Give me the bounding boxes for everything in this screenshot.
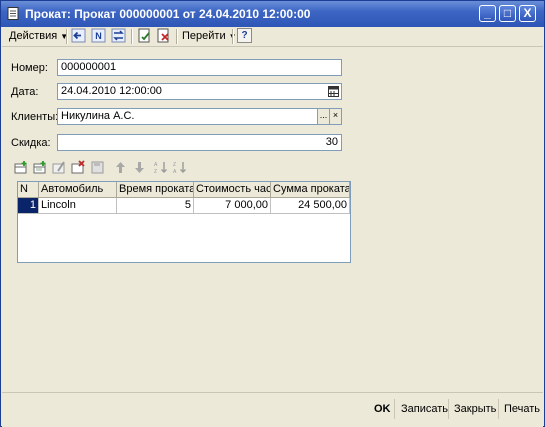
cell-sum[interactable]: 24 500,00	[271, 198, 350, 214]
number-label: Номер:	[11, 62, 48, 74]
actions-menu-label: Действия	[9, 30, 58, 42]
goto-menu-label: Перейти	[182, 30, 226, 42]
copy-row-icon[interactable]	[33, 160, 48, 175]
end-edit-icon[interactable]	[90, 160, 105, 175]
window-title: Прокат: Прокат 000000001 от 24.04.2010 1…	[25, 7, 311, 21]
sort-desc-icon[interactable]: Z A	[172, 160, 187, 175]
button-bar: OK Записать Закрыть Печать	[2, 392, 543, 427]
close-button[interactable]: X	[519, 5, 536, 22]
toolbar-separator	[176, 29, 178, 44]
calendar-icon[interactable]	[328, 86, 339, 97]
print-button[interactable]: Печать	[504, 400, 540, 418]
cell-n[interactable]: 1	[18, 198, 39, 214]
document-icon	[7, 7, 19, 20]
sort-asc-icon[interactable]: A Z	[153, 160, 168, 175]
svg-text:N: N	[95, 31, 102, 41]
unpost-document-icon[interactable]	[156, 28, 171, 43]
rentals-table[interactable]: N Автомобиль Время проката Стоимость час…	[17, 181, 351, 263]
column-header-car[interactable]: Автомобиль	[39, 182, 117, 198]
button-separator	[448, 399, 449, 419]
goto-menu[interactable]: Перейти ▼	[182, 30, 237, 42]
toolbar-separator	[66, 29, 68, 44]
select-button[interactable]: ...	[317, 109, 329, 124]
save-button[interactable]: Записать	[401, 400, 448, 418]
date-value: 24.04.2010 12:00:00	[61, 85, 162, 97]
toolbar: Действия ▼ N Перейти ▼	[2, 27, 543, 47]
date-label: Дата:	[11, 86, 39, 98]
delete-row-icon[interactable]	[71, 160, 86, 175]
discount-field[interactable]: 30	[57, 134, 342, 151]
swap-icon[interactable]	[111, 28, 126, 43]
close-form-button[interactable]: Закрыть	[454, 400, 496, 418]
maximize-button[interactable]: □	[499, 5, 516, 22]
svg-text:A: A	[154, 162, 158, 168]
svg-text:A: A	[173, 169, 177, 175]
cell-car[interactable]: Lincoln	[39, 198, 117, 214]
title-bar[interactable]: Прокат: Прокат 000000001 от 24.04.2010 1…	[1, 1, 544, 27]
ok-button[interactable]: OK	[374, 400, 391, 418]
structure-icon[interactable]: N	[91, 28, 106, 43]
document-window: Прокат: Прокат 000000001 от 24.04.2010 1…	[0, 0, 545, 427]
table-toolbar: A Z Z A	[14, 160, 214, 178]
column-header-time[interactable]: Время проката	[117, 182, 194, 198]
svg-text:Z: Z	[154, 169, 157, 175]
date-field[interactable]: 24.04.2010 12:00:00	[57, 83, 342, 100]
help-icon[interactable]: ?	[237, 28, 252, 43]
actions-menu[interactable]: Действия ▼	[9, 30, 68, 42]
number-field[interactable]: 000000001	[57, 59, 342, 76]
column-header-sum[interactable]: Сумма проката	[271, 182, 350, 198]
arrow-left-icon[interactable]	[71, 28, 86, 43]
clients-field[interactable]: Никулина А.С. ... ×	[57, 108, 342, 125]
post-document-icon[interactable]	[137, 28, 152, 43]
svg-text:Z: Z	[173, 162, 176, 168]
column-header-n[interactable]: N	[18, 182, 39, 198]
move-up-icon[interactable]	[113, 160, 128, 175]
minimize-button[interactable]: _	[479, 5, 496, 22]
clients-label: Клиенты:	[11, 111, 59, 123]
clients-value: Никулина А.С.	[61, 110, 135, 122]
discount-label: Скидка:	[11, 137, 51, 149]
button-separator	[498, 399, 499, 419]
cell-price[interactable]: 7 000,00	[194, 198, 271, 214]
cell-time[interactable]: 5	[117, 198, 194, 214]
add-row-icon[interactable]	[14, 160, 29, 175]
move-down-icon[interactable]	[132, 160, 147, 175]
toolbar-separator	[232, 29, 234, 44]
column-header-price[interactable]: Стоимость часа	[194, 182, 271, 198]
clear-button[interactable]: ×	[329, 109, 341, 124]
button-separator	[394, 399, 395, 419]
toolbar-separator	[131, 29, 133, 44]
edit-row-icon[interactable]	[52, 160, 67, 175]
